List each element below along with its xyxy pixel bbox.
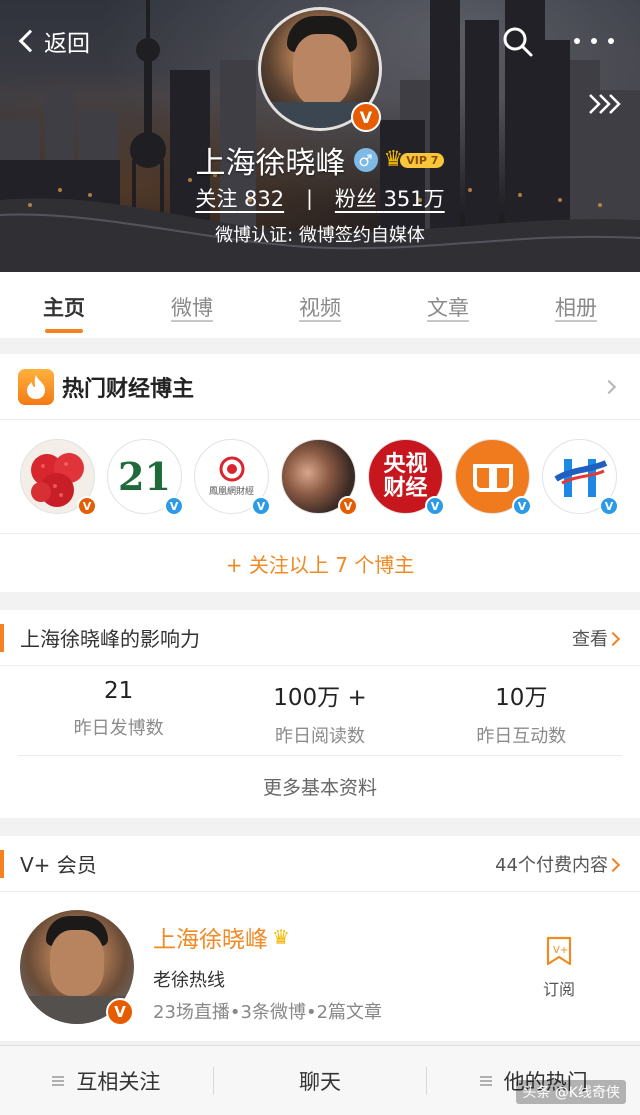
metric-posts: 21 昨日发博数	[18, 666, 219, 755]
svg-text:V+: V+	[553, 945, 568, 956]
verified-orange-badge-icon: V	[351, 102, 381, 132]
blue-swoosh-logo-icon	[553, 458, 607, 497]
influence-card: 上海徐晓峰的影响力 查看 21 昨日发博数 100万 + 昨日阅读数 10万 昨…	[0, 610, 640, 818]
blogger-avatars: V 21 V 鳳凰網財經 V V 央视财经 V V V	[0, 420, 640, 534]
verification-text: 微博认证: 微博签约自媒体	[215, 225, 425, 246]
tab-home[interactable]: 主页	[0, 272, 128, 338]
fire-icon	[18, 368, 54, 405]
metric-value: 21	[104, 678, 134, 704]
metric-reads: 100万 + 昨日阅读数	[219, 666, 420, 755]
more-basic-info-link[interactable]: 更多基本资料	[0, 756, 640, 816]
back-button[interactable]: 返回	[16, 24, 90, 58]
follow-all-button[interactable]: + 关注以上 7 个博主	[0, 534, 640, 592]
verified-orange-badge-icon: V	[106, 998, 134, 1026]
influence-metrics: 21 昨日发博数 100万 + 昨日阅读数 10万 昨日互动数	[18, 666, 622, 756]
metric-label: 昨日发博数	[73, 718, 164, 739]
follow-each-other-label: 互相关注	[76, 1069, 161, 1094]
chevron-right-icon	[601, 379, 617, 395]
profile-name-row: 上海徐晓峰 ♂ ♛ VIP 7	[0, 138, 640, 182]
follow-each-other-button[interactable]: 互相关注	[0, 1066, 213, 1096]
vip-badge[interactable]: ♛ VIP 7	[384, 149, 445, 171]
vplus-stats: 23场直播•3条微博•2篇文章	[153, 1002, 383, 1023]
metric-label: 昨日阅读数	[274, 726, 365, 747]
section-accent-bar	[0, 624, 4, 652]
crown-icon: ♛	[272, 925, 290, 949]
profile-tabs: 主页 微博 视频 文章 相册	[0, 272, 640, 338]
back-label: 返回	[44, 31, 90, 57]
subscribe-label: 订阅	[542, 980, 575, 999]
double-chevron-right-icon[interactable]	[588, 92, 624, 116]
chat-button[interactable]: 聊天	[214, 1066, 427, 1096]
follow-stats: 关注 832 | 粉丝 351万	[0, 183, 640, 213]
chevron-right-icon	[605, 631, 621, 647]
blogger-avatar-21[interactable]: 21 V	[107, 439, 184, 516]
verified-blue-badge-icon: V	[599, 496, 619, 516]
blogger-avatar-cctv-finance[interactable]: 央视财经 V	[368, 439, 445, 516]
tab-articles[interactable]: 文章	[384, 272, 512, 338]
metric-value: 100万 +	[273, 685, 367, 711]
verified-orange-badge-icon: V	[338, 496, 358, 516]
followers-link[interactable]: 粉丝 351万	[335, 183, 445, 213]
vplus-member-card: V+ 会员 44个付费内容 V 上海徐晓峰 ♛ 老徐热线 23场直播•3条微博•…	[0, 836, 640, 1041]
cctv-finance-text: 央视财经	[383, 452, 428, 501]
watermark: 头条 @K线奇侠	[516, 1080, 626, 1104]
tab-weibo[interactable]: 微博	[128, 272, 256, 338]
chevron-right-icon	[605, 857, 621, 873]
vplus-name-row[interactable]: 上海徐晓峰 ♛	[153, 920, 290, 954]
orange-book-logo-icon	[472, 463, 513, 492]
verified-blue-badge-icon: V	[251, 496, 271, 516]
vplus-subtitle: 老徐热线	[153, 970, 225, 991]
vip-level: VIP 7	[400, 152, 445, 168]
chat-label: 聊天	[299, 1069, 341, 1094]
hot-bloggers-header[interactable]: 热门财经博主	[0, 354, 640, 420]
influence-title: 上海徐晓峰的影响力	[20, 627, 200, 651]
more-options-icon[interactable]	[574, 34, 614, 48]
tab-album[interactable]: 相册	[512, 272, 640, 338]
male-gender-icon: ♂	[353, 148, 378, 172]
ifeng-logo-icon	[219, 456, 244, 482]
user-name: 上海徐晓峰	[195, 146, 346, 181]
logo-21-text: 21	[118, 454, 171, 499]
menu-icon	[52, 1075, 65, 1086]
ifeng-logo-text: 鳳凰網財經	[208, 487, 254, 497]
bookmark-v-icon: V+	[546, 936, 572, 966]
metric-label: 昨日互动数	[476, 726, 567, 747]
chevron-left-icon	[18, 29, 42, 53]
search-icon[interactable]	[502, 26, 534, 58]
metric-interactions: 10万 昨日互动数	[421, 666, 622, 755]
tab-video[interactable]: 视频	[256, 272, 384, 338]
subscribe-button[interactable]: V+ 订阅	[536, 936, 582, 1000]
metric-value: 10万	[495, 685, 548, 711]
vplus-body: V 上海徐晓峰 ♛ 老徐热线 23场直播•3条微博•2篇文章 V+ 订阅	[0, 892, 640, 1041]
blogger-avatar-blue-logo[interactable]: V	[542, 439, 619, 516]
vplus-title: V+ 会员	[20, 853, 97, 877]
blogger-avatar-ifeng-finance[interactable]: 鳳凰網財經 V	[194, 439, 271, 516]
blogger-avatar-orange-logo[interactable]: V	[455, 439, 532, 516]
vplus-name: 上海徐晓峰	[153, 927, 268, 953]
verified-blue-badge-icon: V	[425, 496, 445, 516]
vplus-header[interactable]: V+ 会员 44个付费内容	[0, 836, 640, 892]
menu-icon	[479, 1075, 492, 1086]
view-link[interactable]: 查看	[572, 625, 608, 651]
blogger-avatar-couple[interactable]: V	[281, 439, 358, 516]
verified-orange-badge-icon: V	[77, 496, 97, 516]
paid-content-link[interactable]: 44个付费内容	[495, 851, 608, 877]
hot-bloggers-card: 热门财经博主 V 21 V 鳳凰網財經 V V 央视财经 V V V + 关注以…	[0, 354, 640, 592]
verified-blue-badge-icon: V	[164, 496, 184, 516]
blogger-avatar-lychee[interactable]: V	[20, 439, 97, 516]
influence-header[interactable]: 上海徐晓峰的影响力 查看	[0, 610, 640, 666]
hot-bloggers-title: 热门财经博主	[62, 376, 195, 402]
stats-divider: |	[306, 186, 313, 210]
section-accent-bar	[0, 850, 4, 878]
verified-blue-badge-icon: V	[512, 496, 532, 516]
following-link[interactable]: 关注 832	[195, 183, 284, 213]
